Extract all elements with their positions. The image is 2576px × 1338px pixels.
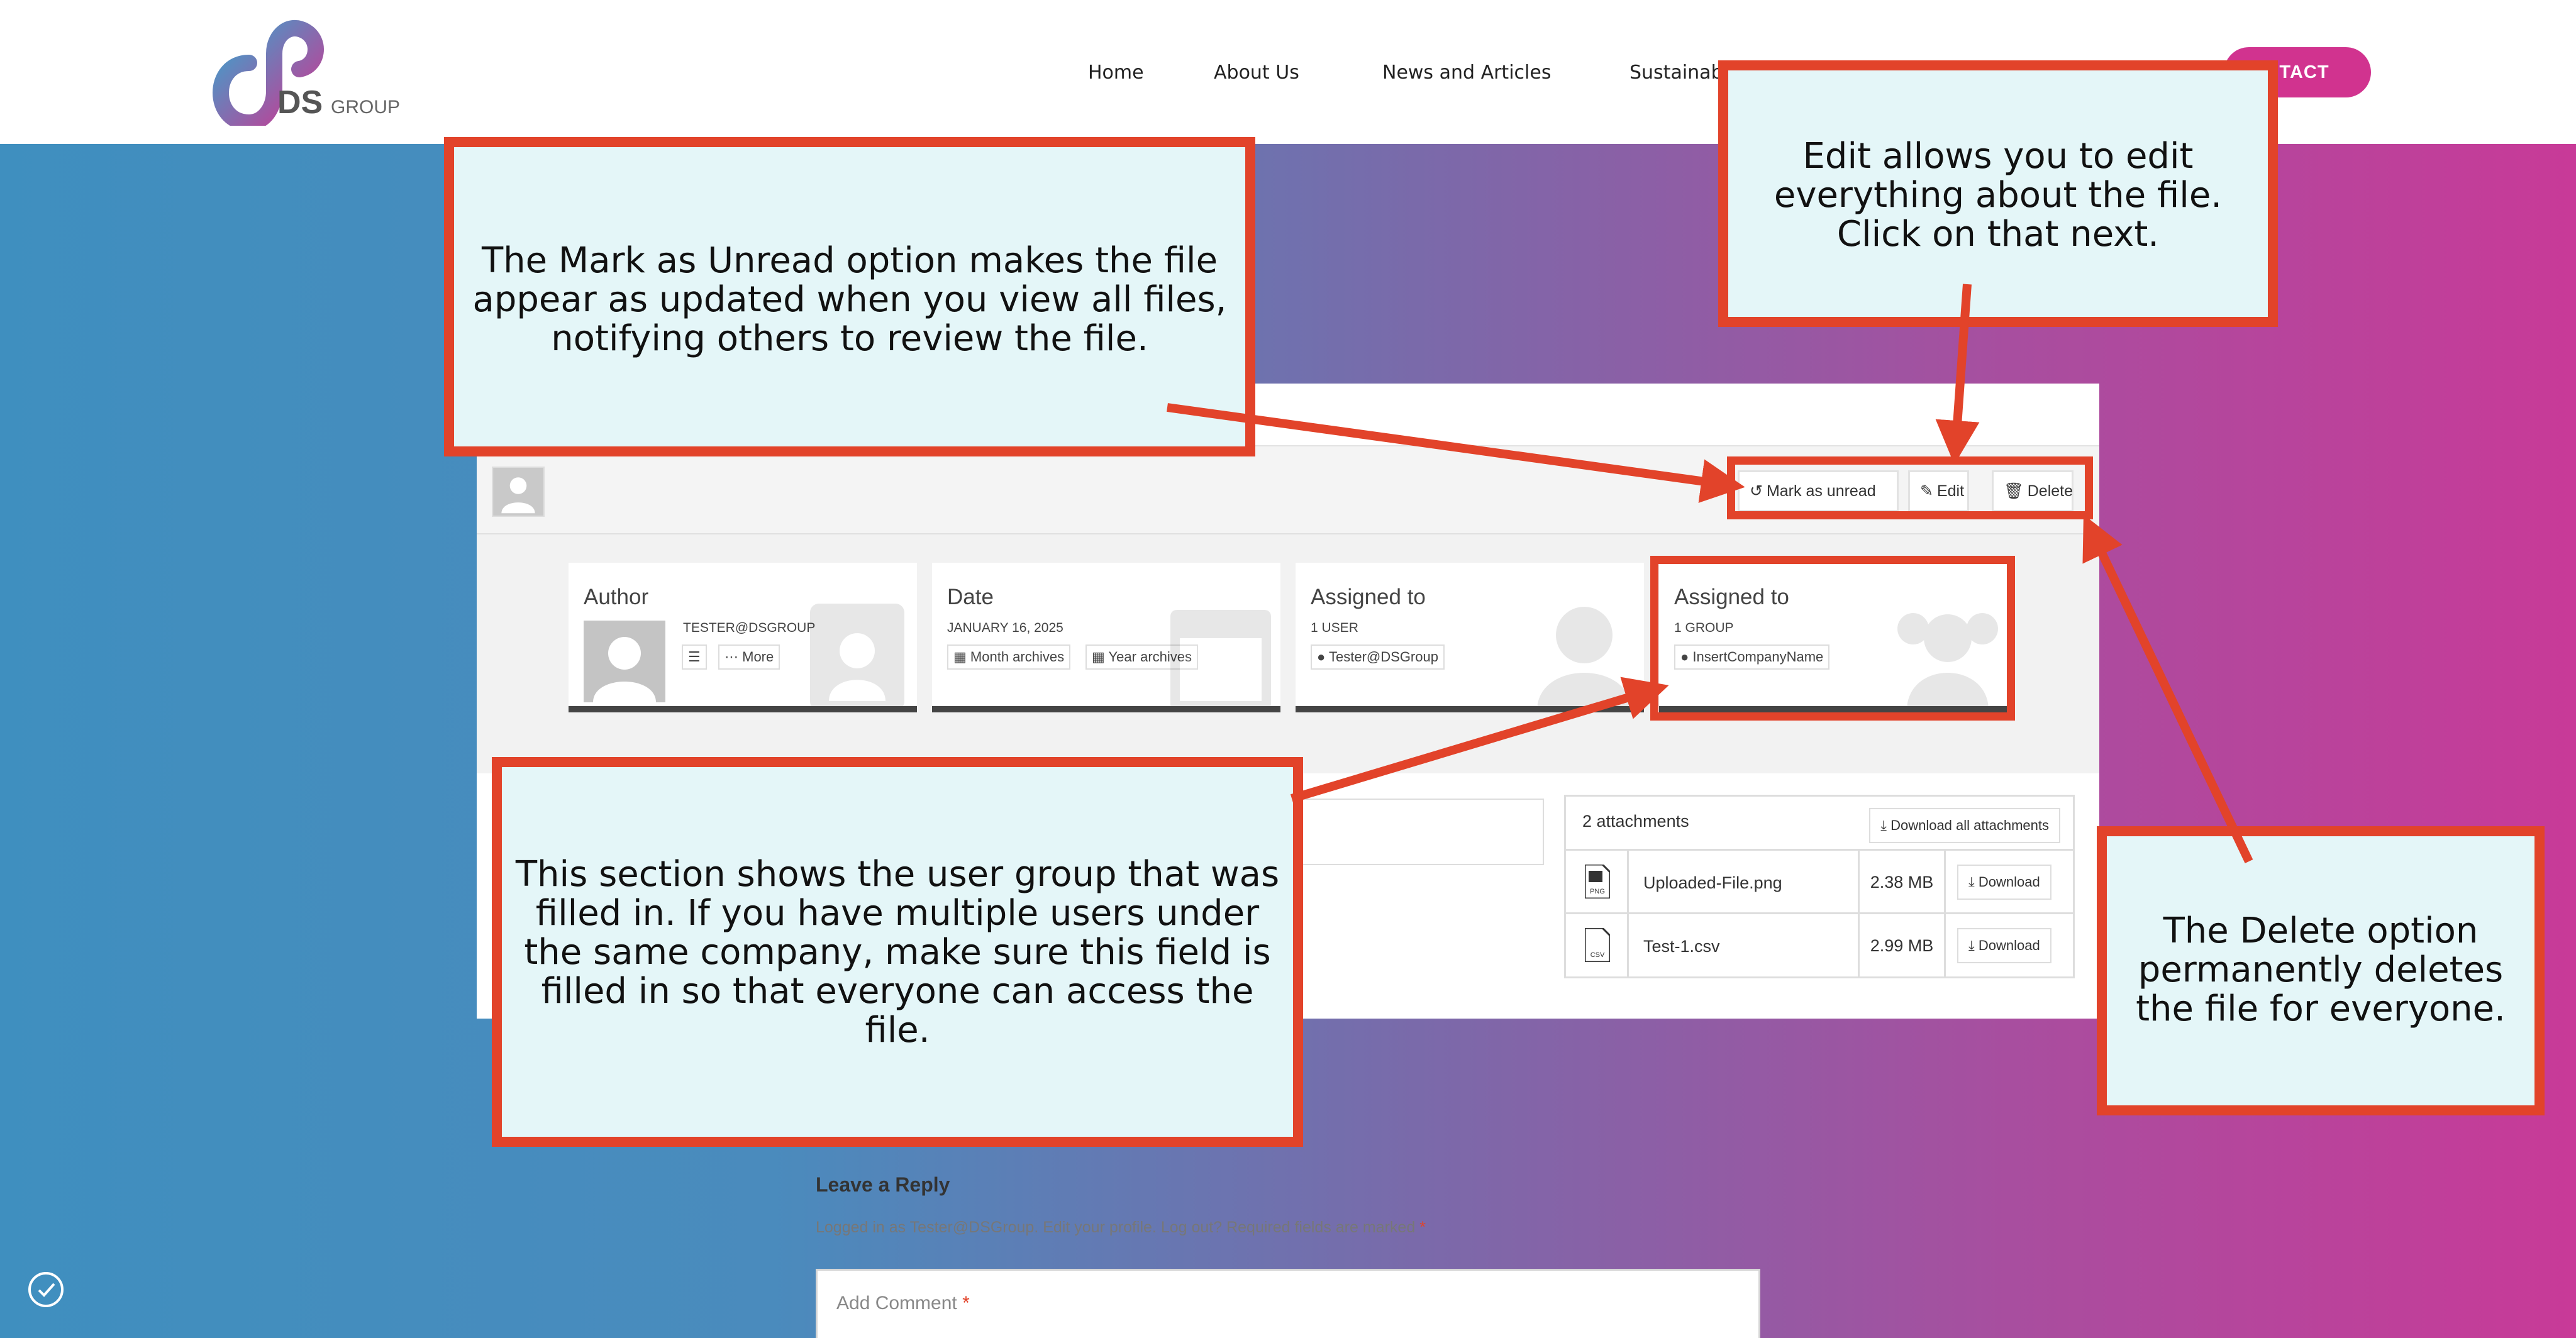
calendar-bg-icon bbox=[1170, 610, 1271, 706]
attachment-row: PNG Uploaded-File.png 2.38 MB ⤓ Download bbox=[1566, 851, 2073, 914]
nav-about-us[interactable]: About Us bbox=[1214, 62, 1299, 84]
attachment-row: CSV Test-1.csv 2.99 MB ⤓ Download bbox=[1566, 914, 2073, 978]
attachment-size: 2.99 MB bbox=[1858, 914, 1946, 978]
attachments-header: 2 attachments ⤓ Download all attachments bbox=[1566, 797, 2073, 851]
reply-note: Logged in as Tester@DSGroup. Edit your p… bbox=[816, 1219, 1426, 1236]
date-title: Date bbox=[947, 585, 994, 609]
download-button[interactable]: ⤓ Download bbox=[1957, 865, 2051, 900]
logo-group-text: GROUP bbox=[331, 97, 400, 118]
author-box: Author TESTER@DSGROUP ☰ ⋯ More bbox=[569, 563, 917, 712]
nav-home[interactable]: Home bbox=[1088, 62, 1144, 84]
comment-textarea[interactable]: Add Comment * bbox=[816, 1269, 1760, 1338]
attachments-panel: 2 attachments ⤓ Download all attachments… bbox=[1564, 795, 2075, 978]
calendar-icon: ▦ bbox=[1092, 649, 1109, 665]
download-all-button[interactable]: ⤓ Download all attachments bbox=[1869, 808, 2060, 843]
attachment-name[interactable]: Test-1.csv bbox=[1643, 937, 1720, 956]
cookie-settings-icon[interactable] bbox=[26, 1270, 65, 1309]
author-name: TESTER@DSGROUP bbox=[683, 621, 816, 635]
group-highlight bbox=[1650, 556, 2015, 721]
more-icon: ⋯ bbox=[724, 649, 743, 665]
user-bg-icon bbox=[1537, 607, 1631, 706]
svg-text:CSV: CSV bbox=[1591, 951, 1605, 959]
assigned-user-count: 1 USER bbox=[1311, 621, 1358, 635]
assigned-user-chip[interactable]: ● Tester@DSGroup bbox=[1311, 644, 1445, 670]
attachment-size: 2.38 MB bbox=[1858, 851, 1946, 912]
toolbar-highlight bbox=[1727, 456, 2093, 519]
date-box: Date JANUARY 16, 2025 ▦ Month archives ▦… bbox=[932, 563, 1280, 712]
callout-mark-unread: The Mark as Unread option makes the file… bbox=[444, 137, 1255, 456]
user-icon: ● bbox=[1317, 649, 1330, 665]
download-icon: ⤓ bbox=[1968, 874, 1979, 890]
download-icon: ⤓ bbox=[1880, 817, 1891, 833]
callout-edit: Edit allows you to edit everything about… bbox=[1718, 60, 2278, 327]
comment-placeholder: Add Comment * bbox=[836, 1293, 970, 1313]
logo-ds-text: DS bbox=[277, 84, 323, 121]
author-more-button[interactable]: ⋯ More bbox=[718, 644, 780, 670]
author-photo bbox=[584, 621, 665, 702]
id-badge-icon bbox=[810, 604, 904, 706]
download-button[interactable]: ⤓ Download bbox=[1957, 928, 2051, 963]
svg-text:PNG: PNG bbox=[1590, 888, 1605, 895]
nav-sustainability[interactable]: Sustainab bbox=[1629, 62, 1723, 84]
callout-delete: The Delete option permanently deletes th… bbox=[2097, 826, 2545, 1115]
leave-reply-title: Leave a Reply bbox=[816, 1173, 950, 1196]
date-value: JANUARY 16, 2025 bbox=[947, 621, 1063, 635]
ds-group-logo[interactable]: DS GROUP bbox=[205, 19, 406, 131]
attachments-count: 2 attachments bbox=[1582, 812, 1689, 831]
list-icon: ☰ bbox=[688, 649, 701, 665]
month-archives-button[interactable]: ▦ Month archives bbox=[947, 644, 1071, 670]
attachment-name[interactable]: Uploaded-File.png bbox=[1643, 873, 1782, 893]
calendar-icon: ▦ bbox=[953, 649, 970, 665]
assigned-user-title: Assigned to bbox=[1311, 585, 1426, 609]
avatar bbox=[492, 467, 545, 517]
nav-news-articles[interactable]: News and Articles bbox=[1382, 62, 1551, 84]
csv-file-icon: CSV bbox=[1566, 914, 1629, 978]
author-list-button[interactable]: ☰ bbox=[682, 644, 707, 670]
png-file-icon: PNG bbox=[1566, 851, 1629, 912]
assigned-user-box: Assigned to 1 USER ● Tester@DSGroup bbox=[1296, 563, 1644, 712]
callout-group: This section shows the user group that w… bbox=[492, 757, 1303, 1147]
author-title: Author bbox=[584, 585, 649, 609]
download-icon: ⤓ bbox=[1968, 937, 1979, 953]
